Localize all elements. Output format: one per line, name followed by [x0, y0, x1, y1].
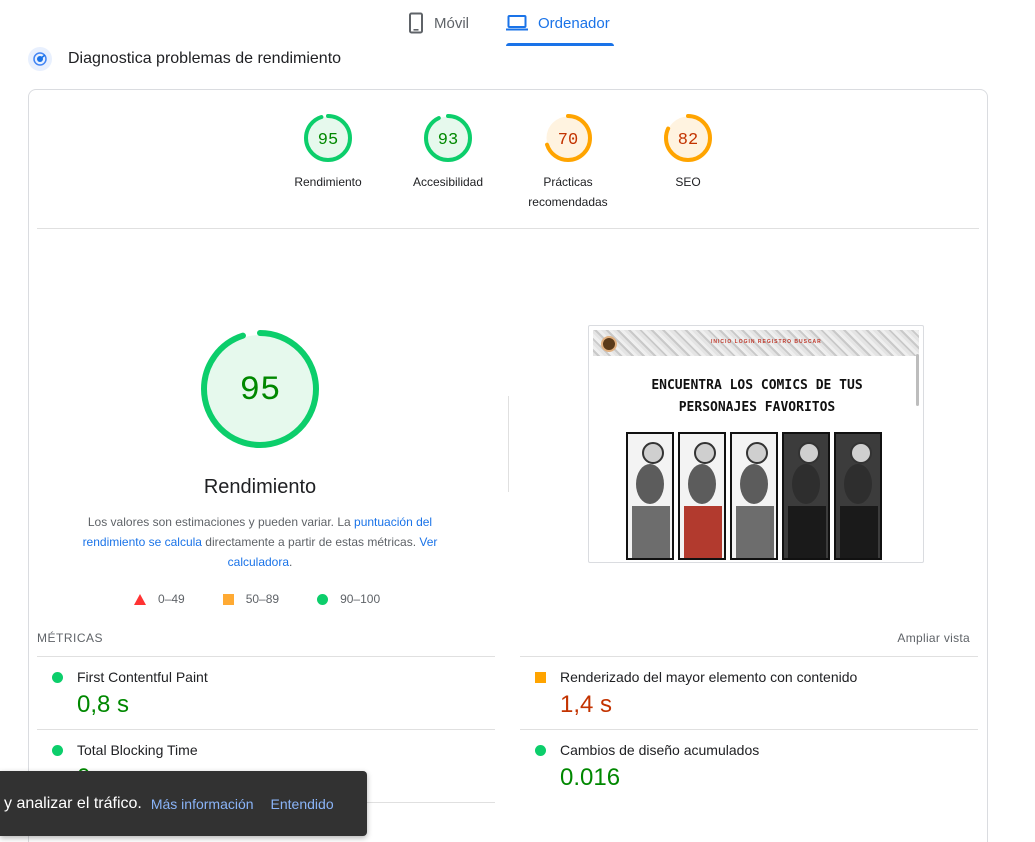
legend-fail: 0–49	[134, 592, 185, 606]
gauge-performance[interactable]: 95 Rendimiento	[273, 113, 383, 192]
laptop-icon	[506, 15, 528, 31]
expand-view-button[interactable]: Ampliar vista	[897, 631, 970, 645]
screenshot-heading: ENCUENTRA LOS COMICS DE TUS PERSONAJES F…	[589, 375, 923, 419]
square-icon	[535, 672, 546, 683]
tab-desktop[interactable]: Ordenador	[506, 0, 614, 46]
circle-icon	[52, 745, 63, 756]
score-gauge: 93	[424, 114, 472, 162]
phone-icon	[409, 12, 423, 34]
comic-panel	[834, 432, 882, 560]
screenshot-heading-line2: PERSONAJES FAVORITOS	[678, 400, 836, 415]
accept-cookies-button[interactable]: Entendido	[271, 796, 334, 812]
performance-score: 95	[240, 372, 281, 410]
circle-icon	[535, 745, 546, 756]
score-legend: 0–49 50–89 90–100	[134, 592, 418, 606]
gauge-label: Accesibilidad	[412, 175, 484, 189]
gauge-value: 82	[678, 131, 698, 150]
legend-pass: 90–100	[317, 592, 380, 606]
metric-value: 1,4 s	[560, 691, 613, 718]
circle-icon	[317, 593, 329, 605]
gauge-label: SEO	[675, 175, 701, 189]
comic-panels	[626, 432, 882, 560]
device-tabs: Móvil Ordenador	[0, 0, 1035, 46]
comic-panel	[626, 432, 674, 560]
tab-desktop-label: Ordenador	[538, 14, 610, 32]
diagnostics-header: Diagnostica problemas de rendimiento	[28, 47, 341, 71]
score-gauge: 70	[544, 114, 592, 162]
metrics-section-label: MÉTRICAS	[37, 631, 104, 645]
comic-panel	[678, 432, 726, 560]
legend-fail-label: 0–49	[158, 592, 185, 606]
screenshot-heading-line1: ENCUENTRA LOS COMICS DE TUS	[651, 378, 863, 393]
comic-panel	[782, 432, 830, 560]
score-gauge: 82	[664, 114, 712, 162]
gauge-accessibility[interactable]: 93 Accesibilidad	[393, 113, 503, 192]
legend-average-label: 50–89	[245, 592, 280, 606]
cookie-toast: y analizar el tráfico. Más información E…	[0, 771, 367, 836]
desc-text: directamente a partir de estas métricas.	[201, 535, 420, 549]
gauge-label-line1: Prácticas	[543, 175, 593, 189]
tab-mobile-label: Móvil	[434, 14, 470, 32]
divider	[37, 228, 979, 229]
desc-text: .	[289, 555, 293, 569]
gauge-value: 70	[558, 131, 578, 150]
metric-lcp: Renderizado del mayor elemento con conte…	[520, 656, 978, 730]
metric-value: 0,8 s	[77, 691, 130, 718]
metric-name: Total Blocking Time	[77, 742, 198, 758]
metric-cls: Cambios de diseño acumulados 0.016	[520, 729, 978, 803]
desc-text: Los valores son estimaciones y pueden va…	[87, 515, 355, 529]
gauge-value: 93	[438, 131, 458, 150]
metric-value: 0.016	[560, 764, 621, 791]
cookie-toast-text: y analizar el tráfico.	[4, 794, 142, 812]
performance-description: Los valores son estimaciones y pueden va…	[70, 512, 450, 572]
triangle-icon	[134, 593, 146, 605]
tab-mobile[interactable]: Móvil	[408, 0, 469, 46]
metric-fcp: First Contentful Paint 0,8 s	[37, 656, 495, 730]
page-title: Diagnostica problemas de rendimiento	[68, 50, 342, 67]
gauge-label-line2: recomendadas	[528, 195, 608, 209]
divider	[508, 396, 509, 492]
site-logo	[601, 336, 617, 352]
gauge-best-practices[interactable]: 70 Prácticas recomendadas	[513, 113, 623, 212]
gauge-label: Rendimiento	[294, 175, 362, 189]
page-screenshot[interactable]: INICIO LOGIN REGISTRO BUSCAR ENCUENTRA L…	[588, 325, 924, 563]
performance-gauge: 95	[201, 330, 319, 448]
metric-name: Renderizado del mayor elemento con conte…	[560, 669, 858, 685]
square-icon	[222, 593, 234, 605]
comic-panel	[730, 432, 778, 560]
more-info-link[interactable]: Más información	[151, 796, 254, 812]
metric-name: Cambios de diseño acumulados	[560, 742, 760, 758]
metric-name: First Contentful Paint	[77, 669, 208, 685]
diagnostics-icon	[28, 47, 52, 71]
active-tab-indicator	[506, 43, 614, 46]
legend-average: 50–89	[222, 592, 280, 606]
screenshot-nav-text: INICIO LOGIN REGISTRO BUSCAR	[711, 339, 822, 345]
gauge-label: Prácticas recomendadas	[513, 172, 623, 212]
circle-icon	[52, 672, 63, 683]
legend-pass-label: 90–100	[340, 592, 381, 606]
screenshot-navbar: INICIO LOGIN REGISTRO BUSCAR	[593, 330, 919, 356]
gauge-value: 95	[318, 131, 338, 150]
score-gauge: 95	[304, 114, 352, 162]
performance-title: Rendimiento	[203, 476, 317, 498]
gauge-seo[interactable]: 82 SEO	[633, 113, 743, 192]
